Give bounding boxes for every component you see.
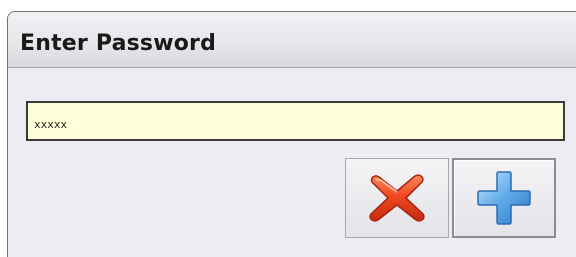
blue-plus-icon xyxy=(477,171,531,225)
dialog-titlebar: Enter Password xyxy=(8,12,576,68)
screen: Enter Password xyxy=(0,0,576,257)
cancel-button[interactable] xyxy=(345,158,449,238)
red-x-icon xyxy=(369,174,425,222)
password-dialog: Enter Password xyxy=(7,11,576,257)
dialog-title: Enter Password xyxy=(20,31,217,56)
add-button[interactable] xyxy=(452,158,556,238)
password-input[interactable] xyxy=(26,101,565,141)
